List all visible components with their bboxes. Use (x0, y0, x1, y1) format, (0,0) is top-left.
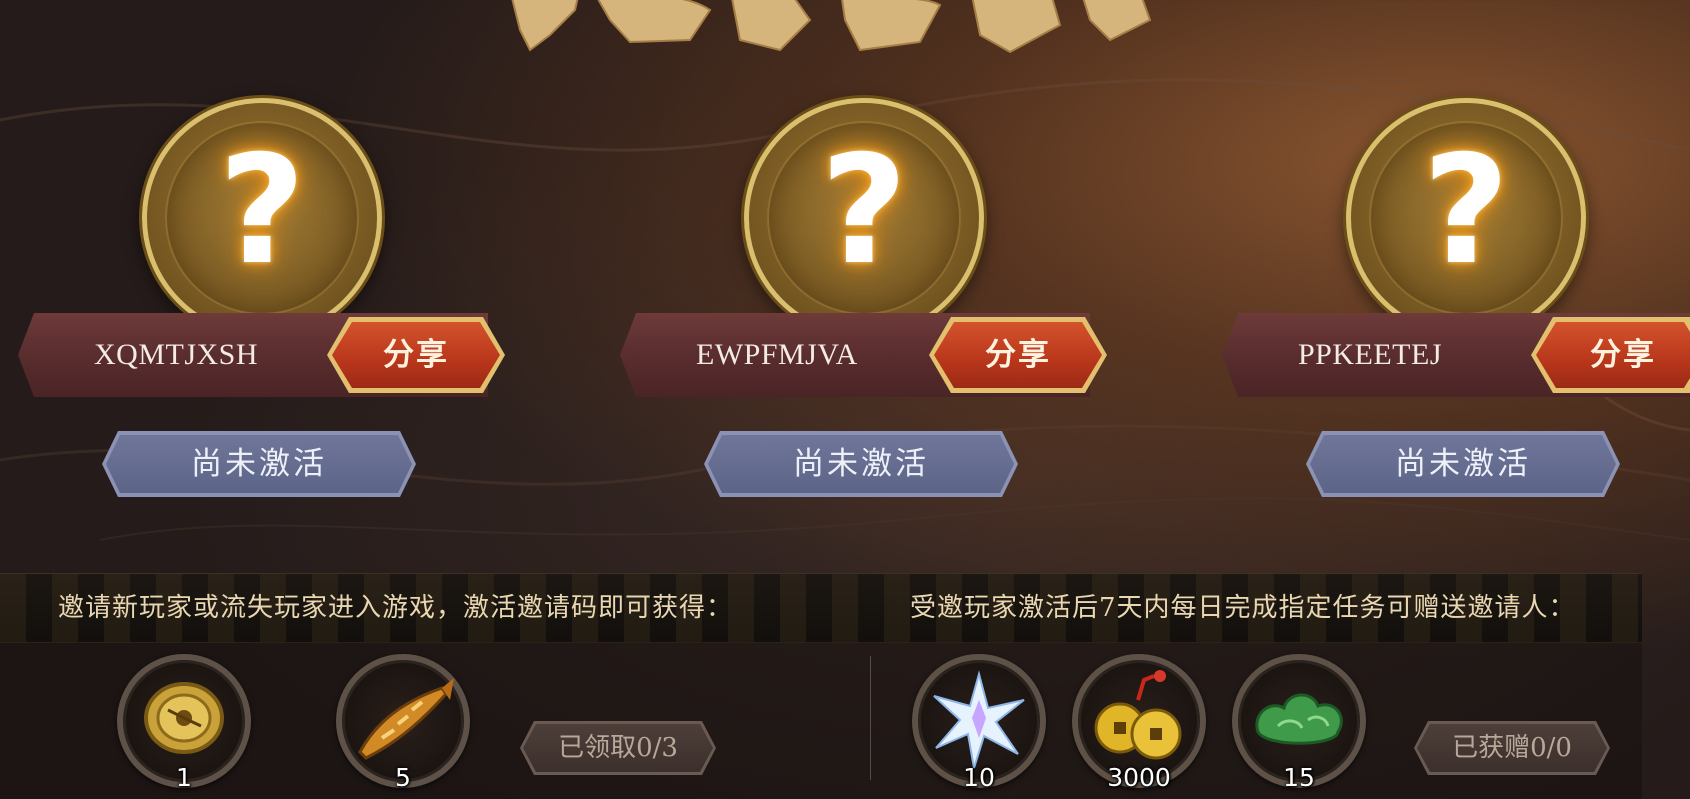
question-mark-icon: ? (218, 124, 306, 298)
activation-status-button[interactable]: 尚未激活 (102, 431, 416, 497)
invite-code: XQMTJXSH (94, 338, 259, 371)
gift-received-status-label: 已获赠0/0 (1417, 724, 1607, 772)
question-mark-icon: ? (1422, 124, 1510, 298)
invite-claim-status-label: 已领取0/3 (523, 724, 713, 772)
reward-count: 5 (395, 763, 411, 792)
reward-item-jade-cloud[interactable]: 15 (1232, 654, 1366, 792)
question-mark-icon: ? (820, 124, 908, 298)
activation-status-button[interactable]: 尚未激活 (1306, 431, 1620, 497)
activation-status-label: 尚未激活 (1310, 435, 1616, 493)
share-button[interactable]: 分享 (1531, 317, 1690, 393)
reward-item-copper-coins[interactable]: 3000 (1072, 654, 1206, 792)
reward-count: 15 (1283, 763, 1315, 792)
activation-status-label: 尚未激活 (106, 435, 412, 493)
reward-info-banner: 邀请新玩家或流失玩家进入游戏，激活邀请码即可获得： 受邀玩家激活后7天内每日完成… (0, 573, 1642, 643)
share-button-label: 分享 (332, 322, 500, 388)
share-button-label: 分享 (1536, 322, 1690, 388)
invite-reward-description: 邀请新玩家或流失玩家进入游戏，激活邀请码即可获得： (58, 593, 734, 623)
rewards-divider (870, 656, 871, 780)
invite-slot-2: ? EWPFMJVA 分享 尚未激活 (602, 0, 1122, 520)
invite-slot-3: ? PPKEETEJ 分享 尚未激活 (1204, 0, 1690, 520)
invite-code: EWPFMJVA (696, 338, 858, 371)
activation-status-label: 尚未激活 (708, 435, 1014, 493)
invite-slot-1: ? XQMTJXSH 分享 尚未激活 (0, 0, 520, 520)
activation-status-button[interactable]: 尚未激活 (704, 431, 1018, 497)
daily-gift-description: 受邀玩家激活后7天内每日完成指定任务可赠送邀请人： (910, 593, 1576, 623)
reward-count: 1 (176, 763, 192, 792)
share-button[interactable]: 分享 (929, 317, 1107, 393)
invite-claim-status: 已领取0/3 (520, 721, 716, 775)
mystery-medal: ? (142, 98, 382, 338)
mystery-medal: ? (1346, 98, 1586, 338)
gift-received-status: 已获赠0/0 (1414, 721, 1610, 775)
reward-count: 10 (963, 763, 995, 792)
reward-item-golden-fish[interactable]: 5 (336, 654, 470, 792)
mystery-medal: ? (744, 98, 984, 338)
share-button[interactable]: 分享 (327, 317, 505, 393)
reward-item-crystal-star[interactable]: 10 (912, 654, 1046, 792)
reward-count: 3000 (1107, 763, 1171, 792)
share-button-label: 分享 (934, 322, 1102, 388)
reward-item-compass[interactable]: 1 (117, 654, 251, 792)
invite-code: PPKEETEJ (1298, 338, 1443, 371)
